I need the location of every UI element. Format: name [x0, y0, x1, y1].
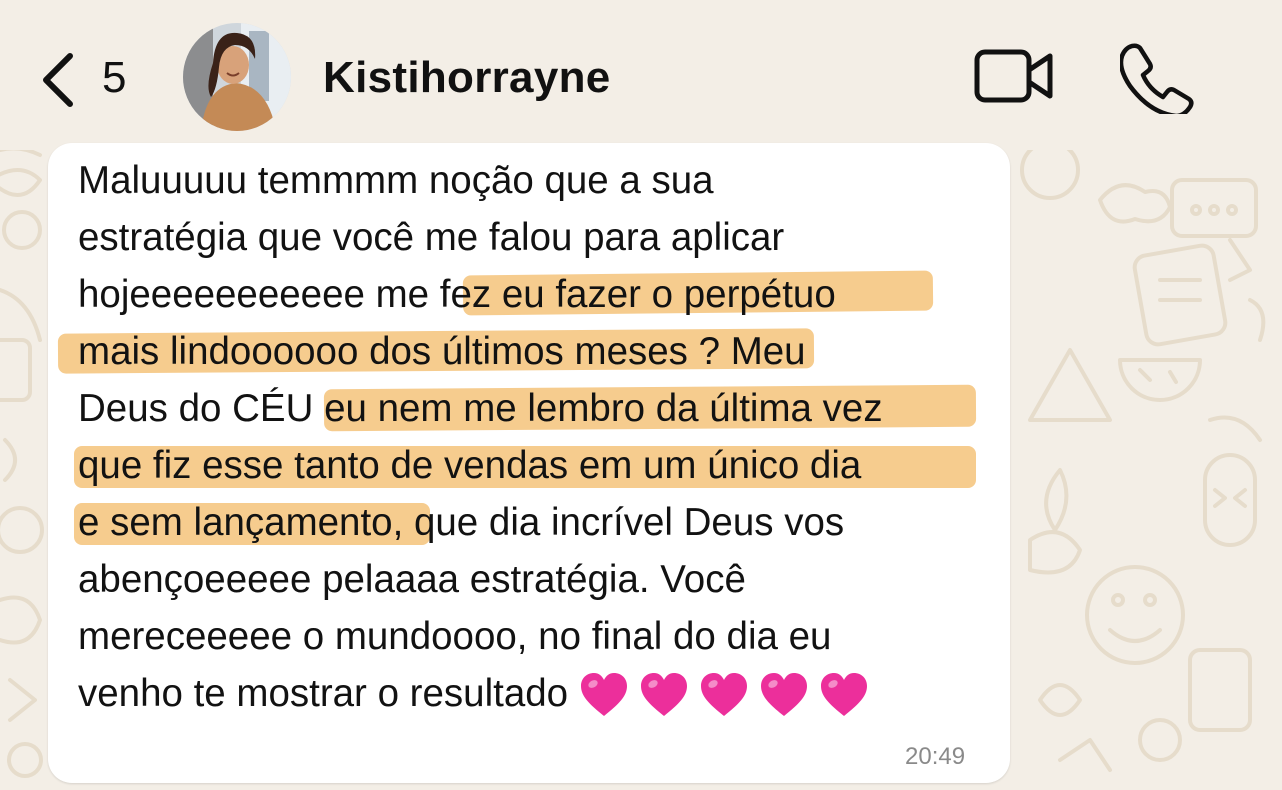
pink-heart-icon [640, 673, 687, 716]
chevron-left-icon [43, 53, 73, 107]
message-line: hojeeeeeeeeeee me fez eu fazer o perpétu… [78, 273, 836, 316]
pink-heart-icon [700, 673, 747, 716]
message-line: mereceeeee o mundoooo, no final do dia e… [78, 615, 832, 658]
phone-icon [1118, 43, 1194, 119]
back-button[interactable]: 5 [30, 40, 140, 116]
message-timestamp: 20:49 [905, 743, 966, 770]
message-line-text: venho te mostrar o resultado [78, 672, 569, 715]
pink-heart-icon [580, 673, 627, 716]
message-line: mais lindoooooo dos últimos meses ? Meu [78, 330, 806, 373]
pink-heart-icon [820, 673, 867, 716]
chat-header: 5 Kistihorrayne [0, 0, 1282, 150]
pink-heart-icon [760, 673, 807, 716]
contact-name[interactable]: Kistihorrayne [323, 50, 611, 106]
voice-call-button[interactable] [1118, 40, 1194, 119]
unread-count: 5 [102, 53, 127, 102]
video-camera-icon [974, 49, 1053, 103]
message-line: abençoeeeee pelaaaa estratégia. Você [78, 558, 746, 601]
contact-avatar[interactable] [183, 23, 291, 131]
message-line: estratégia que você me falou para aplica… [78, 216, 785, 259]
heart-emojis [579, 672, 879, 716]
message-line: que fiz esse tanto de vendas em um único… [78, 444, 862, 487]
message-line: Deus do CÉU eu nem me lembro da última v… [78, 387, 883, 430]
message-line: venho te mostrar o resultado [78, 670, 879, 718]
video-call-button[interactable] [972, 44, 1056, 108]
avatar-photo [183, 23, 291, 131]
message-line: e sem lançamento, que dia incrível Deus … [78, 501, 845, 544]
message-line: Maluuuuu temmmm noção que a sua [78, 159, 714, 202]
